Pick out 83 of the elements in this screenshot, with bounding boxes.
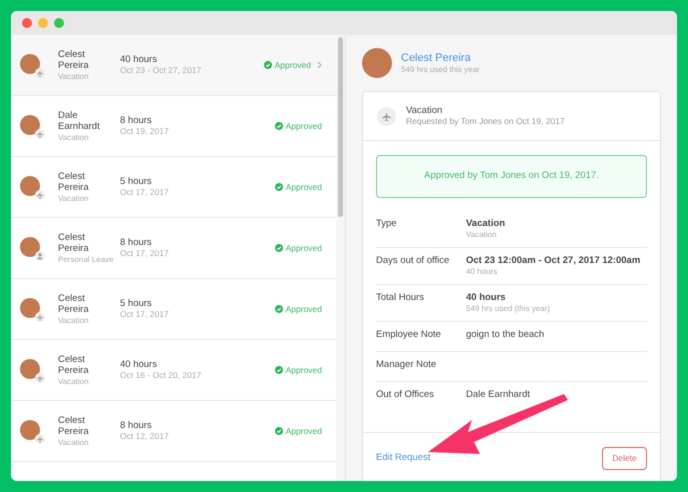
hours: 8 hours <box>120 115 153 126</box>
plane-icon <box>35 190 45 200</box>
status-label: Approved <box>286 302 322 316</box>
employee-name: Celest Pereira <box>58 170 90 192</box>
leave-type: Vacation <box>58 376 90 386</box>
avatar <box>362 48 392 78</box>
hours: 8 hours <box>120 237 153 248</box>
hours: 5 hours <box>120 176 153 187</box>
leave-type: Vacation <box>58 436 90 448</box>
employee-name: Dale Earnhardt <box>58 110 101 132</box>
approval-banner: Approved by Tom Jones on Oct 19, 2017. <box>376 155 647 198</box>
plane-icon <box>35 373 45 383</box>
check-circle-icon <box>274 305 283 313</box>
zoom-button[interactable] <box>54 18 64 28</box>
dates: Oct 19, 2017 <box>120 126 169 137</box>
status-label: Approved <box>286 180 322 194</box>
status-label: Approved <box>286 364 322 376</box>
plane-icon <box>35 434 45 444</box>
field-label: Employee Note <box>376 329 442 342</box>
field-value: Oct 23 12:00am - Oct 27, 2017 12:00am <box>466 255 640 267</box>
check-circle-icon <box>274 122 283 130</box>
requested-by: Requested by Tom Jones on Oct 19, 2017 <box>406 116 565 127</box>
delete-button[interactable]: Delete <box>602 447 647 470</box>
employee-name: Celest Pereira <box>58 232 90 254</box>
employee-name: Celest Pereira <box>58 48 90 70</box>
avatar <box>20 54 40 74</box>
minimize-button[interactable] <box>38 18 48 28</box>
check-circle-icon <box>274 244 283 252</box>
leave-type: Vacation <box>58 70 90 82</box>
avatar <box>20 420 40 440</box>
check-circle-icon <box>274 366 283 374</box>
hours: 40 hours <box>120 54 158 65</box>
hours: 5 hours <box>120 298 153 309</box>
dates: Oct 17, 2017 <box>120 309 169 320</box>
hours: 8 hours <box>120 420 153 431</box>
check-circle-icon <box>274 183 283 191</box>
check-circle-icon <box>264 61 272 69</box>
plane-icon <box>35 129 45 139</box>
avatar <box>20 237 40 257</box>
dates: Oct 17, 2017 <box>120 187 169 198</box>
request-type: Vacation <box>406 105 444 116</box>
field-note: 40 hours <box>466 267 498 277</box>
field-label: Days out of office <box>376 255 450 268</box>
dates: Oct 12, 2017 <box>120 431 169 442</box>
dates: Oct 17, 2017 <box>120 248 169 259</box>
leave-type: Vacation <box>58 314 90 326</box>
field-value: Vacation <box>466 218 506 230</box>
field-label: Total Hours <box>376 292 426 305</box>
person-icon <box>35 251 45 261</box>
avatar <box>20 298 40 318</box>
field-label: Type <box>376 218 398 231</box>
leave-type: Vacation <box>58 132 90 142</box>
field-value: Dale Earnhardt <box>466 389 530 401</box>
avatar <box>20 115 40 135</box>
avatar <box>20 176 40 196</box>
employee-name: Celest Pereira <box>58 292 90 314</box>
close-button[interactable] <box>22 18 32 28</box>
chevron-right-icon <box>317 61 322 69</box>
field-label: Out of Offices <box>376 389 435 402</box>
leave-type: Personal Leave <box>58 254 115 264</box>
leave-type: Vacation <box>58 192 90 204</box>
status-label: Approved <box>286 242 322 254</box>
status-label: Approved <box>286 424 322 438</box>
employee-name: Celest Pereira <box>58 354 90 376</box>
status-label: Approved <box>274 58 311 72</box>
request-row[interactable]: Celest Pereira Vacation 40 hours Oct 23 - Oct 27, 2017 Approved <box>11 35 336 96</box>
employee-name: Celest Pereira <box>58 414 90 436</box>
plane-icon <box>377 106 396 126</box>
dates: Oct 23 - Oct 27, 2017 <box>120 65 202 76</box>
field-note: Vacation <box>466 230 498 240</box>
plane-icon <box>35 68 45 78</box>
field-note: 549 hrs used (this year) <box>466 304 550 314</box>
dates: Oct 16 - Oct 20, 2017 <box>120 370 202 381</box>
field-label: Manager Note <box>376 359 438 372</box>
field-value: goign to the beach <box>466 329 544 341</box>
field-value: 40 hours <box>466 292 507 304</box>
check-circle-icon <box>274 427 283 435</box>
plane-icon <box>35 312 45 322</box>
hours: 40 hours <box>120 359 158 370</box>
scrollbar-thumb[interactable] <box>338 37 343 217</box>
status-label: Approved <box>286 120 322 132</box>
avatar <box>20 359 40 379</box>
usage-text: 549 hrs used this year <box>401 64 480 74</box>
